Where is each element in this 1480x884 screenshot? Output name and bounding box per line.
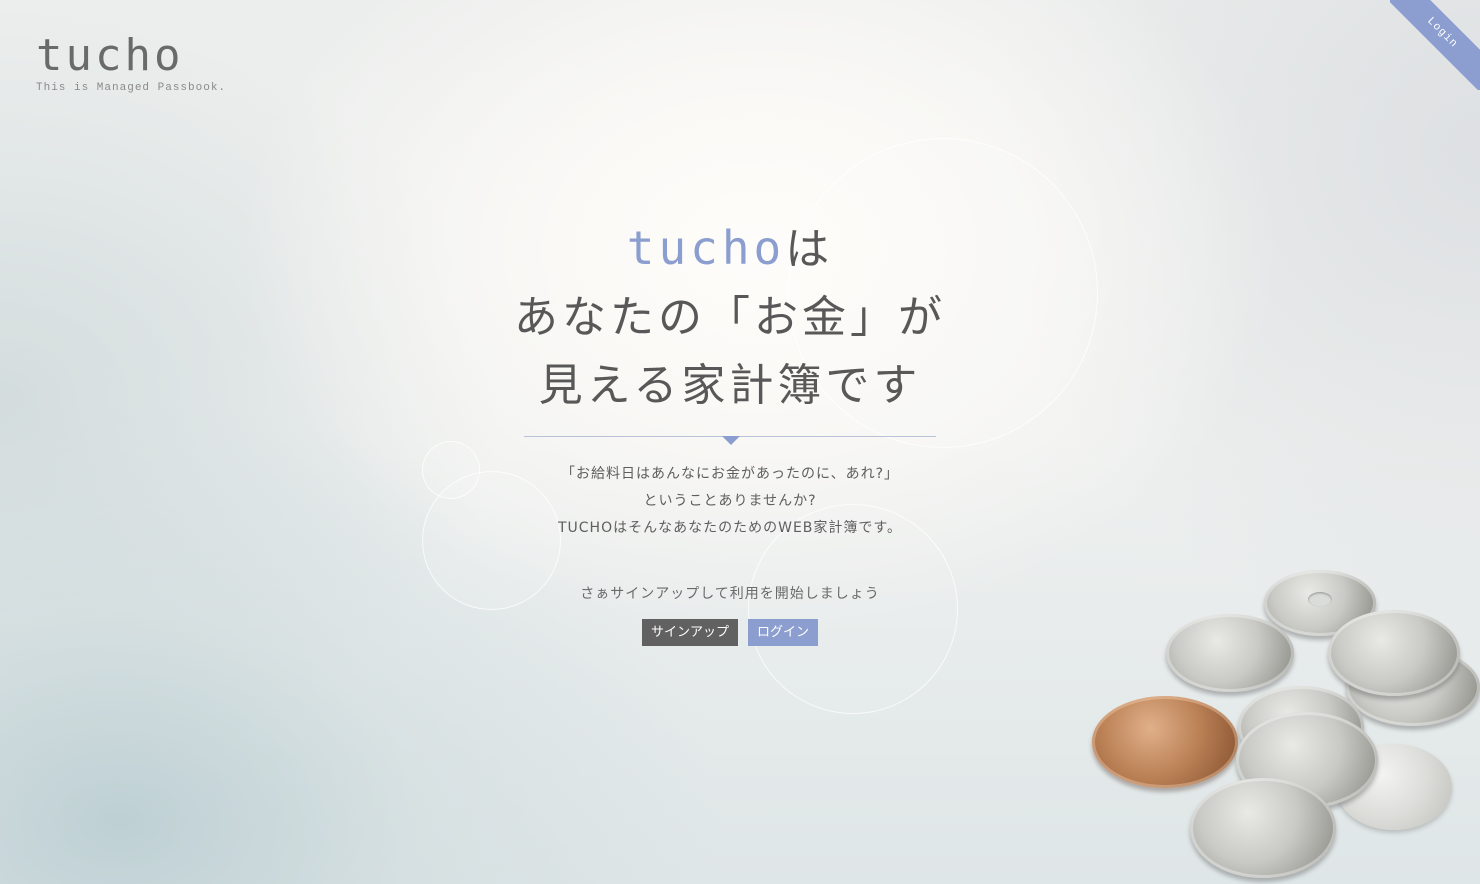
coin-10yen: [1092, 696, 1238, 788]
headline-line-1: tuchoは: [440, 214, 1020, 284]
cta-buttons: サインアップ ログイン: [440, 619, 1020, 646]
coin-100yen: [1328, 610, 1460, 696]
divider-arrow-icon: [722, 436, 740, 445]
headline-line-1-suffix: は: [785, 224, 834, 275]
login-button[interactable]: ログイン: [748, 619, 819, 646]
coin-100yen: [1190, 778, 1336, 878]
intro-line: ということありませんか?: [643, 493, 817, 509]
signup-button[interactable]: サインアップ: [641, 619, 738, 646]
logo-title: tucho: [36, 30, 184, 81]
hero-headline: tuchoは あなたの「お金」が 見える家計簿です: [440, 214, 1020, 420]
headline-line-2: あなたの「お金」が: [514, 292, 946, 343]
corner-login-link[interactable]: Login: [1390, 0, 1480, 90]
coin-100yen: [1166, 614, 1294, 692]
intro-line: 「お給料日はあんなにお金があったのに、あれ?」: [560, 466, 899, 482]
site-logo[interactable]: tucho This is Managed Passbook.: [36, 30, 227, 95]
hero-section: tuchoは あなたの「お金」が 見える家計簿です 「お給料日はあんなにお金があ…: [440, 214, 1020, 646]
intro-line: TUCHOはそんなあなたのためのWEB家計簿です。: [557, 520, 902, 536]
headline-brand: tucho: [626, 221, 786, 275]
corner-ribbon: Login: [1390, 0, 1480, 90]
intro-text: 「お給料日はあんなにお金があったのに、あれ?」 ということありませんか? TUC…: [440, 461, 1020, 542]
cta-text: さぁサインアップして利用を開始しましょう: [580, 586, 880, 602]
logo-tagline: This is Managed Passbook.: [36, 82, 227, 94]
coins-photo: [1080, 560, 1480, 884]
headline-divider: [524, 436, 936, 445]
headline-line-3: 見える家計簿です: [538, 360, 922, 411]
coin-hole: [1308, 592, 1332, 607]
